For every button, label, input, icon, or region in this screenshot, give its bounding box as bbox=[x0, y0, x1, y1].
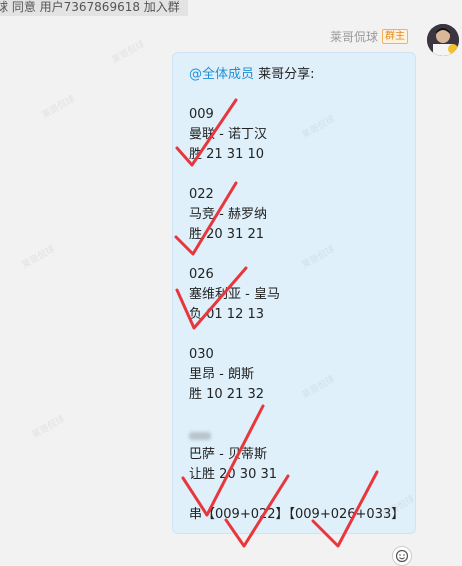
match-teams: 里昂 - 朗斯 bbox=[189, 367, 254, 382]
match-code: 026 bbox=[189, 267, 214, 282]
match-code-blurred bbox=[189, 425, 404, 445]
watermark: 莱哥侃球 bbox=[20, 244, 57, 272]
message-text: @全体成员 莱哥分享: 009 曼联 - 诺丁汉 胜 21 31 10 022 … bbox=[189, 65, 404, 525]
owner-badge: 群主 bbox=[382, 28, 408, 44]
watermark: 莱哥侃球 bbox=[40, 94, 77, 122]
match-teams: 曼联 - 诺丁汉 bbox=[189, 127, 267, 142]
match-code: 009 bbox=[189, 107, 214, 122]
match-code: 030 bbox=[189, 347, 214, 362]
watermark: 莱哥侃球 bbox=[30, 414, 67, 442]
watermark: 莱哥侃球 bbox=[110, 39, 147, 67]
match-teams: 巴萨 - 贝蒂斯 bbox=[189, 447, 267, 462]
match-pick: 胜 21 31 10 bbox=[189, 147, 265, 162]
match-teams: 马竞 - 赫罗纳 bbox=[189, 207, 267, 222]
message-header: @全体成员 莱哥分享: bbox=[189, 67, 315, 82]
parlay-line: 串【009+022】【009+026+033】 bbox=[189, 507, 405, 522]
match-pick: 胜 20 31 21 bbox=[189, 227, 265, 242]
sender-name[interactable]: 莱哥侃球 bbox=[330, 28, 378, 45]
match-teams: 塞维利亚 - 皇马 bbox=[189, 287, 280, 302]
mention-all[interactable]: @全体成员 bbox=[189, 67, 254, 82]
system-notice: 球 同意 用户7367869618 加入群 bbox=[0, 0, 188, 16]
match-pick: 负 01 12 13 bbox=[189, 307, 265, 322]
match-pick: 胜 10 21 32 bbox=[189, 387, 265, 402]
message-bubble[interactable]: @全体成员 莱哥分享: 009 曼联 - 诺丁汉 胜 21 31 10 022 … bbox=[172, 52, 416, 534]
sender-avatar[interactable] bbox=[427, 24, 459, 56]
match-code: 022 bbox=[189, 187, 214, 202]
smiley-add-icon[interactable] bbox=[392, 546, 412, 566]
match-pick: 让胜 20 30 31 bbox=[189, 467, 278, 482]
sender-info: 莱哥侃球 群主 bbox=[330, 27, 408, 45]
